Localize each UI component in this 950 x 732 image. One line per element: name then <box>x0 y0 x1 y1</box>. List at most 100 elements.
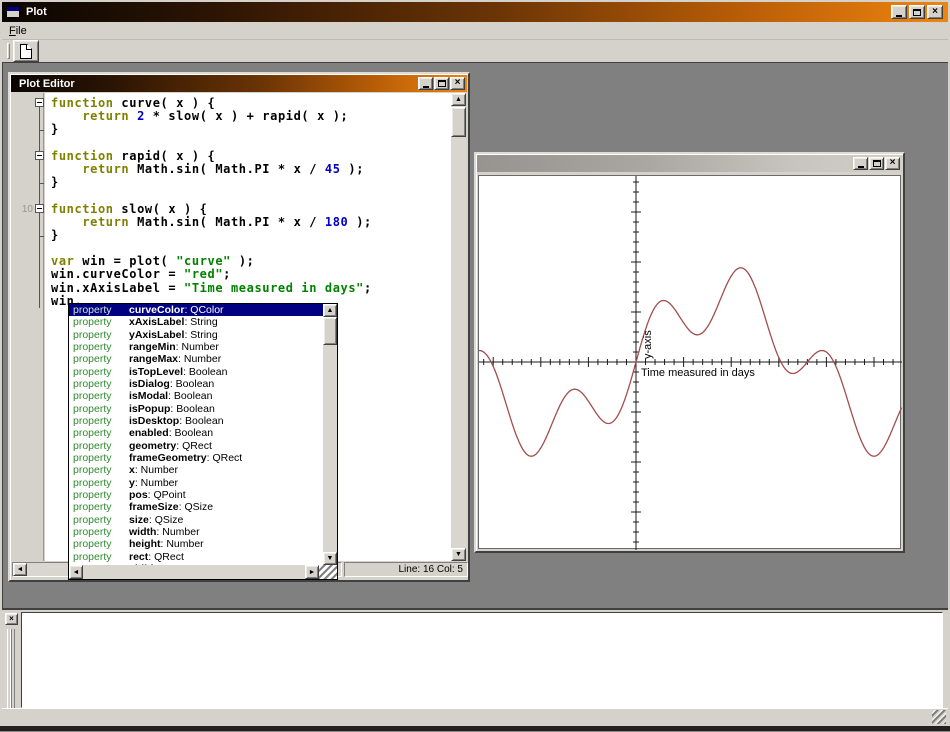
code-line: return Math.sin( Math.PI * x / 180 ); <box>45 216 451 229</box>
close-icon: × <box>932 7 938 17</box>
maximize-icon <box>438 80 446 87</box>
editor-title-bar[interactable]: Plot Editor × <box>11 75 467 92</box>
plot-window-title-bar[interactable]: × <box>477 155 902 172</box>
output-dock: × <box>2 608 948 708</box>
editor-vscroll-thumb[interactable] <box>451 107 466 137</box>
plot-close-button[interactable]: × <box>885 157 900 170</box>
scroll-down-button[interactable]: ▼ <box>451 548 466 561</box>
scroll-up-icon: ▲ <box>455 96 462 103</box>
popup-horizontal-scrollbar[interactable]: ◄ ► <box>69 565 319 579</box>
code-line: } <box>45 229 451 242</box>
scroll-up-button[interactable]: ▲ <box>451 93 466 106</box>
editor-window-title: Plot Editor <box>19 78 75 90</box>
completion-popup: propertycurveColor : QColorpropertyxAxis… <box>68 303 338 580</box>
plot-minimize-button[interactable] <box>853 157 868 170</box>
completion-row-isModal[interactable]: propertyisModal : Boolean <box>69 390 337 402</box>
scroll-right-icon: ► <box>309 569 316 576</box>
new-script-button[interactable] <box>13 40 39 62</box>
completion-list[interactable]: propertycurveColor : QColorpropertyxAxis… <box>69 304 337 565</box>
minimize-icon <box>423 86 429 88</box>
main-title-bar[interactable]: Plot × <box>2 2 948 22</box>
application-root: Plot × File × y-axi <box>0 0 950 732</box>
code-line: } <box>45 176 451 189</box>
code-line: win.xAxisLabel = "Time measured in days"… <box>45 282 451 295</box>
toolbar <box>2 40 948 62</box>
cursor-position-status: Line: 16 Col: 5 <box>399 564 464 575</box>
minimize-icon <box>858 166 864 168</box>
main-status-bar <box>2 708 948 726</box>
dock-drag-handle[interactable] <box>7 629 15 709</box>
completion-row-rangeMin[interactable]: propertyrangeMin : Number <box>69 341 337 353</box>
window-resize-grip[interactable] <box>932 710 946 724</box>
line-number-10: 10 <box>12 204 33 215</box>
popup-scroll-down-button[interactable]: ▼ <box>323 552 337 565</box>
plot-maximize-button[interactable] <box>869 157 884 170</box>
completion-row-frameSize[interactable]: propertyframeSize : QSize <box>69 501 337 513</box>
scroll-down-icon: ▼ <box>455 551 462 558</box>
close-icon: × <box>890 158 896 168</box>
menu-file-rest: ile <box>16 25 27 37</box>
editor-close-button[interactable]: × <box>450 77 465 90</box>
editor-fold-margin[interactable]: 10 <box>12 93 44 561</box>
plot-canvas: y-axis Time measured in days <box>478 175 901 549</box>
dock-close-button[interactable]: × <box>5 613 18 625</box>
code-line: return Math.sin( Math.PI * x / 45 ); <box>45 163 451 176</box>
minimize-button[interactable] <box>891 5 907 19</box>
completion-row-yAxisLabel[interactable]: propertyyAxisLabel : String <box>69 329 337 341</box>
popup-vertical-scrollbar[interactable]: ▲ ▼ <box>323 304 337 565</box>
x-axis-label: Time measured in days <box>641 367 755 379</box>
scroll-left-button[interactable]: ◄ <box>13 563 27 576</box>
completion-row-rect[interactable]: propertyrect : QRect <box>69 551 337 563</box>
maximize-icon <box>873 160 881 167</box>
close-icon: × <box>455 78 461 88</box>
completion-row-xAxisLabel[interactable]: propertyxAxisLabel : String <box>69 316 337 328</box>
output-text-area[interactable] <box>21 612 943 708</box>
completion-row-isDesktop[interactable]: propertyisDesktop : Boolean <box>69 415 337 427</box>
completion-row-isPopup[interactable]: propertyisPopup : Boolean <box>69 403 337 415</box>
window-icon <box>6 6 20 18</box>
screen-bottom-edge <box>0 726 950 732</box>
completion-row-rangeMax[interactable]: propertyrangeMax : Number <box>69 353 337 365</box>
toolbar-handle[interactable] <box>7 43 10 59</box>
code-line: return 2 * slow( x ) + rapid( x ); <box>45 110 451 123</box>
popup-vscroll-thumb[interactable] <box>323 317 337 345</box>
plot-chart: y-axis Time measured in days <box>479 176 902 550</box>
completion-row-x[interactable]: propertyx : Number <box>69 464 337 476</box>
popup-scroll-up-button[interactable]: ▲ <box>323 304 337 317</box>
completion-row-enabled[interactable]: propertyenabled : Boolean <box>69 427 337 439</box>
fold-collapse-box[interactable] <box>35 98 44 107</box>
completion-row-frameGeometry[interactable]: propertyframeGeometry : QRect <box>69 452 337 464</box>
plot-window: × y-axis Time measured in days <box>474 152 905 553</box>
close-button[interactable]: × <box>927 5 943 19</box>
completion-row-isDialog[interactable]: propertyisDialog : Boolean <box>69 378 337 390</box>
fold-end-mark <box>39 183 44 184</box>
completion-row-height[interactable]: propertyheight : Number <box>69 538 337 550</box>
editor-vertical-scrollbar[interactable]: ▲ ▼ <box>451 93 466 561</box>
menu-bar: File <box>2 22 948 40</box>
popup-resize-grip[interactable] <box>319 565 337 579</box>
completion-row-pos[interactable]: propertypos : QPoint <box>69 489 337 501</box>
new-document-icon <box>20 44 32 59</box>
editor-status-panel: Line: 16 Col: 5 <box>344 562 468 577</box>
dock-close-icon: × <box>9 615 14 623</box>
fold-collapse-box[interactable] <box>35 151 44 160</box>
scroll-down-icon: ▼ <box>327 555 334 562</box>
menu-file[interactable]: File <box>2 23 34 39</box>
completion-row-curveColor[interactable]: propertycurveColor : QColor <box>69 304 337 316</box>
completion-row-y[interactable]: propertyy : Number <box>69 477 337 489</box>
editor-maximize-button[interactable] <box>434 77 449 90</box>
completion-row-geometry[interactable]: propertygeometry : QRect <box>69 440 337 452</box>
popup-scroll-right-button[interactable]: ► <box>305 565 319 579</box>
completion-row-isTopLevel[interactable]: propertyisTopLevel : Boolean <box>69 366 337 378</box>
popup-scroll-left-button[interactable]: ◄ <box>69 565 83 579</box>
completion-row-size[interactable]: propertysize : QSize <box>69 514 337 526</box>
scroll-left-icon: ◄ <box>17 566 24 573</box>
fold-collapse-box[interactable] <box>35 204 44 213</box>
scroll-up-icon: ▲ <box>327 307 334 314</box>
maximize-icon <box>913 9 921 16</box>
y-axis-label: y-axis <box>642 330 654 359</box>
maximize-button[interactable] <box>909 5 925 19</box>
fold-end-mark <box>39 130 44 131</box>
completion-row-width[interactable]: propertywidth : Number <box>69 526 337 538</box>
editor-minimize-button[interactable] <box>418 77 433 90</box>
